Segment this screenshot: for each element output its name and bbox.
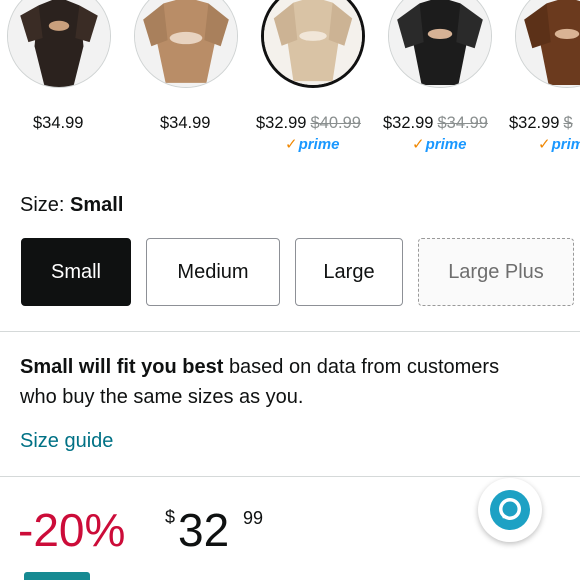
alexa-icon: [490, 490, 530, 530]
alexa-button[interactable]: [478, 478, 542, 542]
check-icon: ✓: [538, 136, 551, 153]
check-icon: ✓: [285, 136, 298, 153]
size-selected-value: Small: [70, 194, 124, 216]
bottom-action-tab[interactable]: [24, 572, 90, 580]
color-swatch[interactable]: $34.99: [127, 0, 247, 160]
swatch-image: [134, 0, 238, 88]
swatch-image: [388, 0, 492, 88]
swatch-price: $32.99: [256, 114, 307, 132]
swatch-price: $34.99: [160, 114, 211, 132]
swatch-image: [7, 0, 111, 88]
discount-percentage: -20%: [18, 504, 126, 556]
swatch-list-price: $: [563, 114, 573, 132]
fit-recommendation: Small will fit you best based on data fr…: [20, 356, 500, 408]
swatch-image: [261, 0, 365, 88]
size-option-medium[interactable]: Medium: [146, 238, 280, 306]
section-divider: [0, 331, 580, 332]
size-option-large[interactable]: Large: [295, 238, 403, 306]
swatch-price: $32.99: [509, 114, 560, 132]
prime-badge: ✓prime: [285, 136, 340, 153]
swatch-price: $32.99: [383, 114, 434, 132]
size-option-large-plus[interactable]: Large Plus: [418, 238, 574, 306]
color-swatch-carousel: $34.99 $34.99 $32.99 $40.99 ✓prime $32.9…: [0, 0, 580, 165]
size-option-small[interactable]: Small: [21, 238, 131, 306]
swatch-list-price: $34.99: [437, 114, 488, 132]
swatch-price: $34.99: [33, 114, 84, 132]
section-divider: [0, 476, 580, 477]
swatch-image: [515, 0, 580, 88]
color-swatch-selected[interactable]: $32.99 $40.99 ✓prime: [254, 0, 374, 160]
size-guide-link[interactable]: Size guide: [20, 430, 113, 453]
color-swatch[interactable]: $34.99: [0, 0, 120, 160]
size-selected-label: Size: Small: [20, 194, 124, 216]
prime-badge: ✓prime: [412, 136, 467, 153]
color-swatch[interactable]: $32.99 $34.99 ✓prime: [381, 0, 501, 160]
swatch-list-price: $40.99: [310, 114, 361, 132]
check-icon: ✓: [412, 136, 425, 153]
color-swatch[interactable]: $32.99$ ✓prime: [508, 0, 580, 160]
prime-badge: ✓prime: [538, 136, 580, 153]
